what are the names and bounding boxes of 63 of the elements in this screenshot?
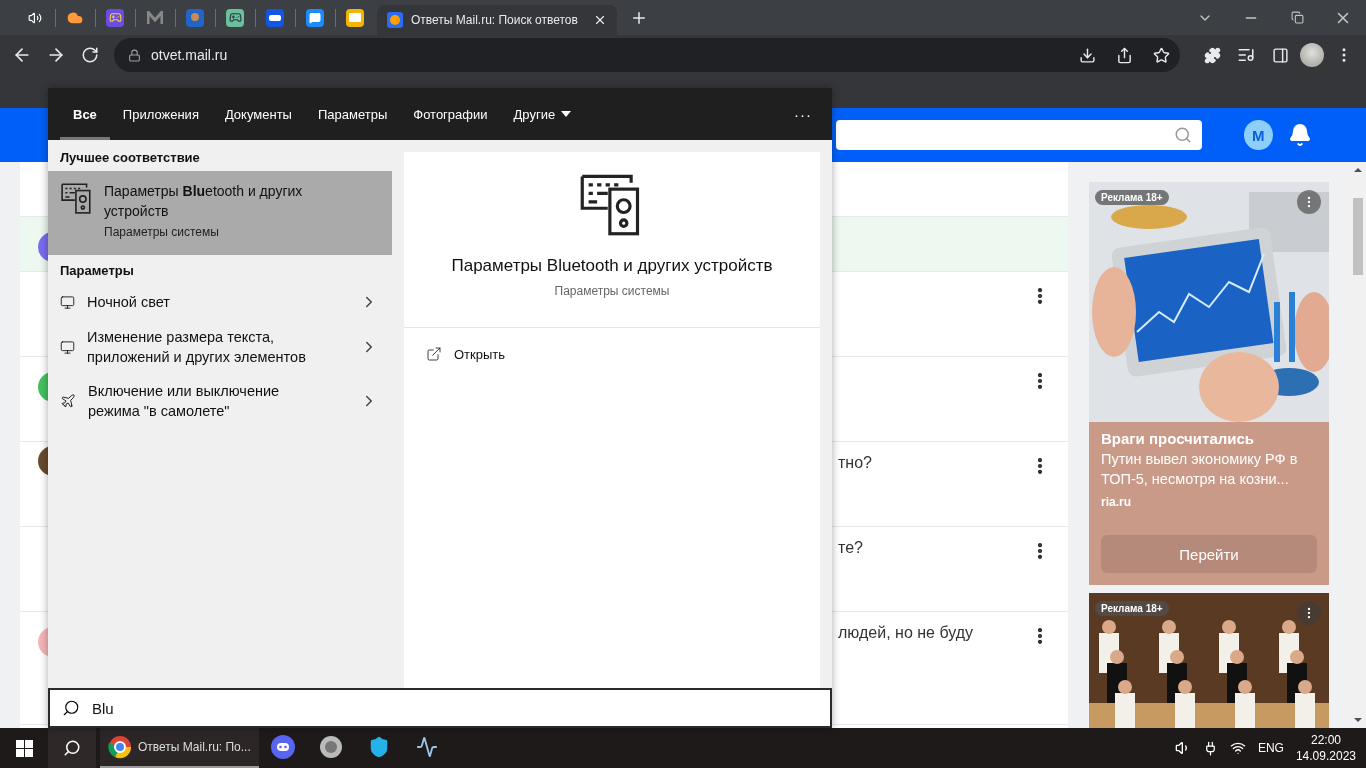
- lock-icon: [128, 48, 141, 62]
- puzzle-icon[interactable]: [1203, 46, 1221, 64]
- chat-app-icon: [270, 735, 295, 759]
- language-indicator[interactable]: ENG: [1257, 741, 1284, 755]
- search-field[interactable]: [836, 120, 1202, 150]
- ad-text: Путин вывел экономику РФ в ТОП-5, несмотря на козни...: [1101, 450, 1299, 489]
- result-subtitle: Параметры системы: [104, 225, 220, 239]
- filter-tab[interactable]: Фотографии: [400, 88, 501, 140]
- filter-tab[interactable]: Все: [60, 88, 110, 140]
- taskbar-app[interactable]: Ответы Mail.ru: По...: [100, 728, 259, 768]
- download-icon[interactable]: [1079, 46, 1096, 64]
- letter-icon[interactable]: [146, 8, 164, 27]
- settings-item[interactable]: Включение или выключение режима "в самолете": [48, 374, 392, 428]
- open-icon: [426, 346, 442, 362]
- more-button[interactable]: ···: [774, 88, 832, 140]
- question-text[interactable]: тно?: [838, 454, 872, 472]
- browser-icon: [108, 735, 132, 759]
- search-icon: [62, 699, 80, 717]
- wifi-icon[interactable]: [1229, 740, 1246, 756]
- filter-tab[interactable]: Документы: [211, 88, 305, 140]
- profile-avatar[interactable]: [1300, 43, 1324, 67]
- best-match-item[interactable]: Параметры Bluetooth и других устройств Параметры системы: [48, 171, 392, 255]
- gamepad-icon[interactable]: [226, 8, 244, 27]
- settings-item[interactable]: Изменение размера текста, приложений и других элементов: [48, 320, 392, 374]
- share-icon[interactable]: [1116, 46, 1133, 64]
- filter-tab[interactable]: Параметры: [304, 88, 401, 140]
- clock[interactable]: 22:00 14.09.2023: [1295, 732, 1356, 764]
- windows-start-icon[interactable]: [15, 739, 33, 757]
- question-text[interactable]: людей, но не буду: [838, 624, 974, 642]
- search-icon: [1173, 126, 1192, 144]
- chat-icon[interactable]: [306, 8, 324, 27]
- new-tab-icon[interactable]: [630, 9, 648, 27]
- ad-source: ria.ru: [1101, 495, 1132, 509]
- gamepad-icon[interactable]: [106, 8, 124, 27]
- ad-title: Враги просчитались: [1101, 430, 1256, 447]
- section-heading: Лучшее соответствие: [59, 149, 201, 167]
- close-icon[interactable]: [593, 13, 607, 27]
- question-text[interactable]: те?: [838, 539, 863, 557]
- settings-item[interactable]: Ночной свет: [48, 284, 392, 320]
- result-title: Параметры Bluetooth и других устройств: [104, 182, 304, 221]
- reload-icon[interactable]: [81, 46, 99, 64]
- game-icon[interactable]: [266, 8, 284, 27]
- open-action[interactable]: Открыть: [404, 328, 820, 380]
- star-icon[interactable]: [1153, 46, 1170, 64]
- filter-tab[interactable]: Другие: [500, 88, 585, 140]
- ad-label: Реклама 18+: [1095, 190, 1169, 205]
- airplane-icon: [60, 393, 76, 409]
- url-text: otvet.mail.ru: [151, 47, 229, 63]
- devices-icon: [60, 181, 94, 215]
- search-icon[interactable]: [63, 739, 81, 757]
- browser-tab[interactable]: Ответы Mail.ru: Поиск ответов: [377, 5, 617, 35]
- bell-icon[interactable]: [1288, 123, 1312, 147]
- side-panel-icon[interactable]: [1271, 46, 1289, 64]
- speaker-icon: [318, 735, 343, 759]
- filter-tab[interactable]: Приложения: [109, 88, 212, 140]
- restore-icon[interactable]: [1290, 11, 1304, 24]
- slides-icon[interactable]: [346, 8, 364, 27]
- playlist-icon[interactable]: [1237, 46, 1255, 64]
- preview-title: Параметры Bluetooth и других устройств: [451, 256, 773, 276]
- preview-subtitle: Параметры системы: [554, 284, 670, 298]
- section-heading: Параметры: [59, 262, 135, 280]
- ad-label: Реклама 18+: [1095, 601, 1169, 616]
- address-bar[interactable]: otvet.mail.ru: [114, 38, 1180, 72]
